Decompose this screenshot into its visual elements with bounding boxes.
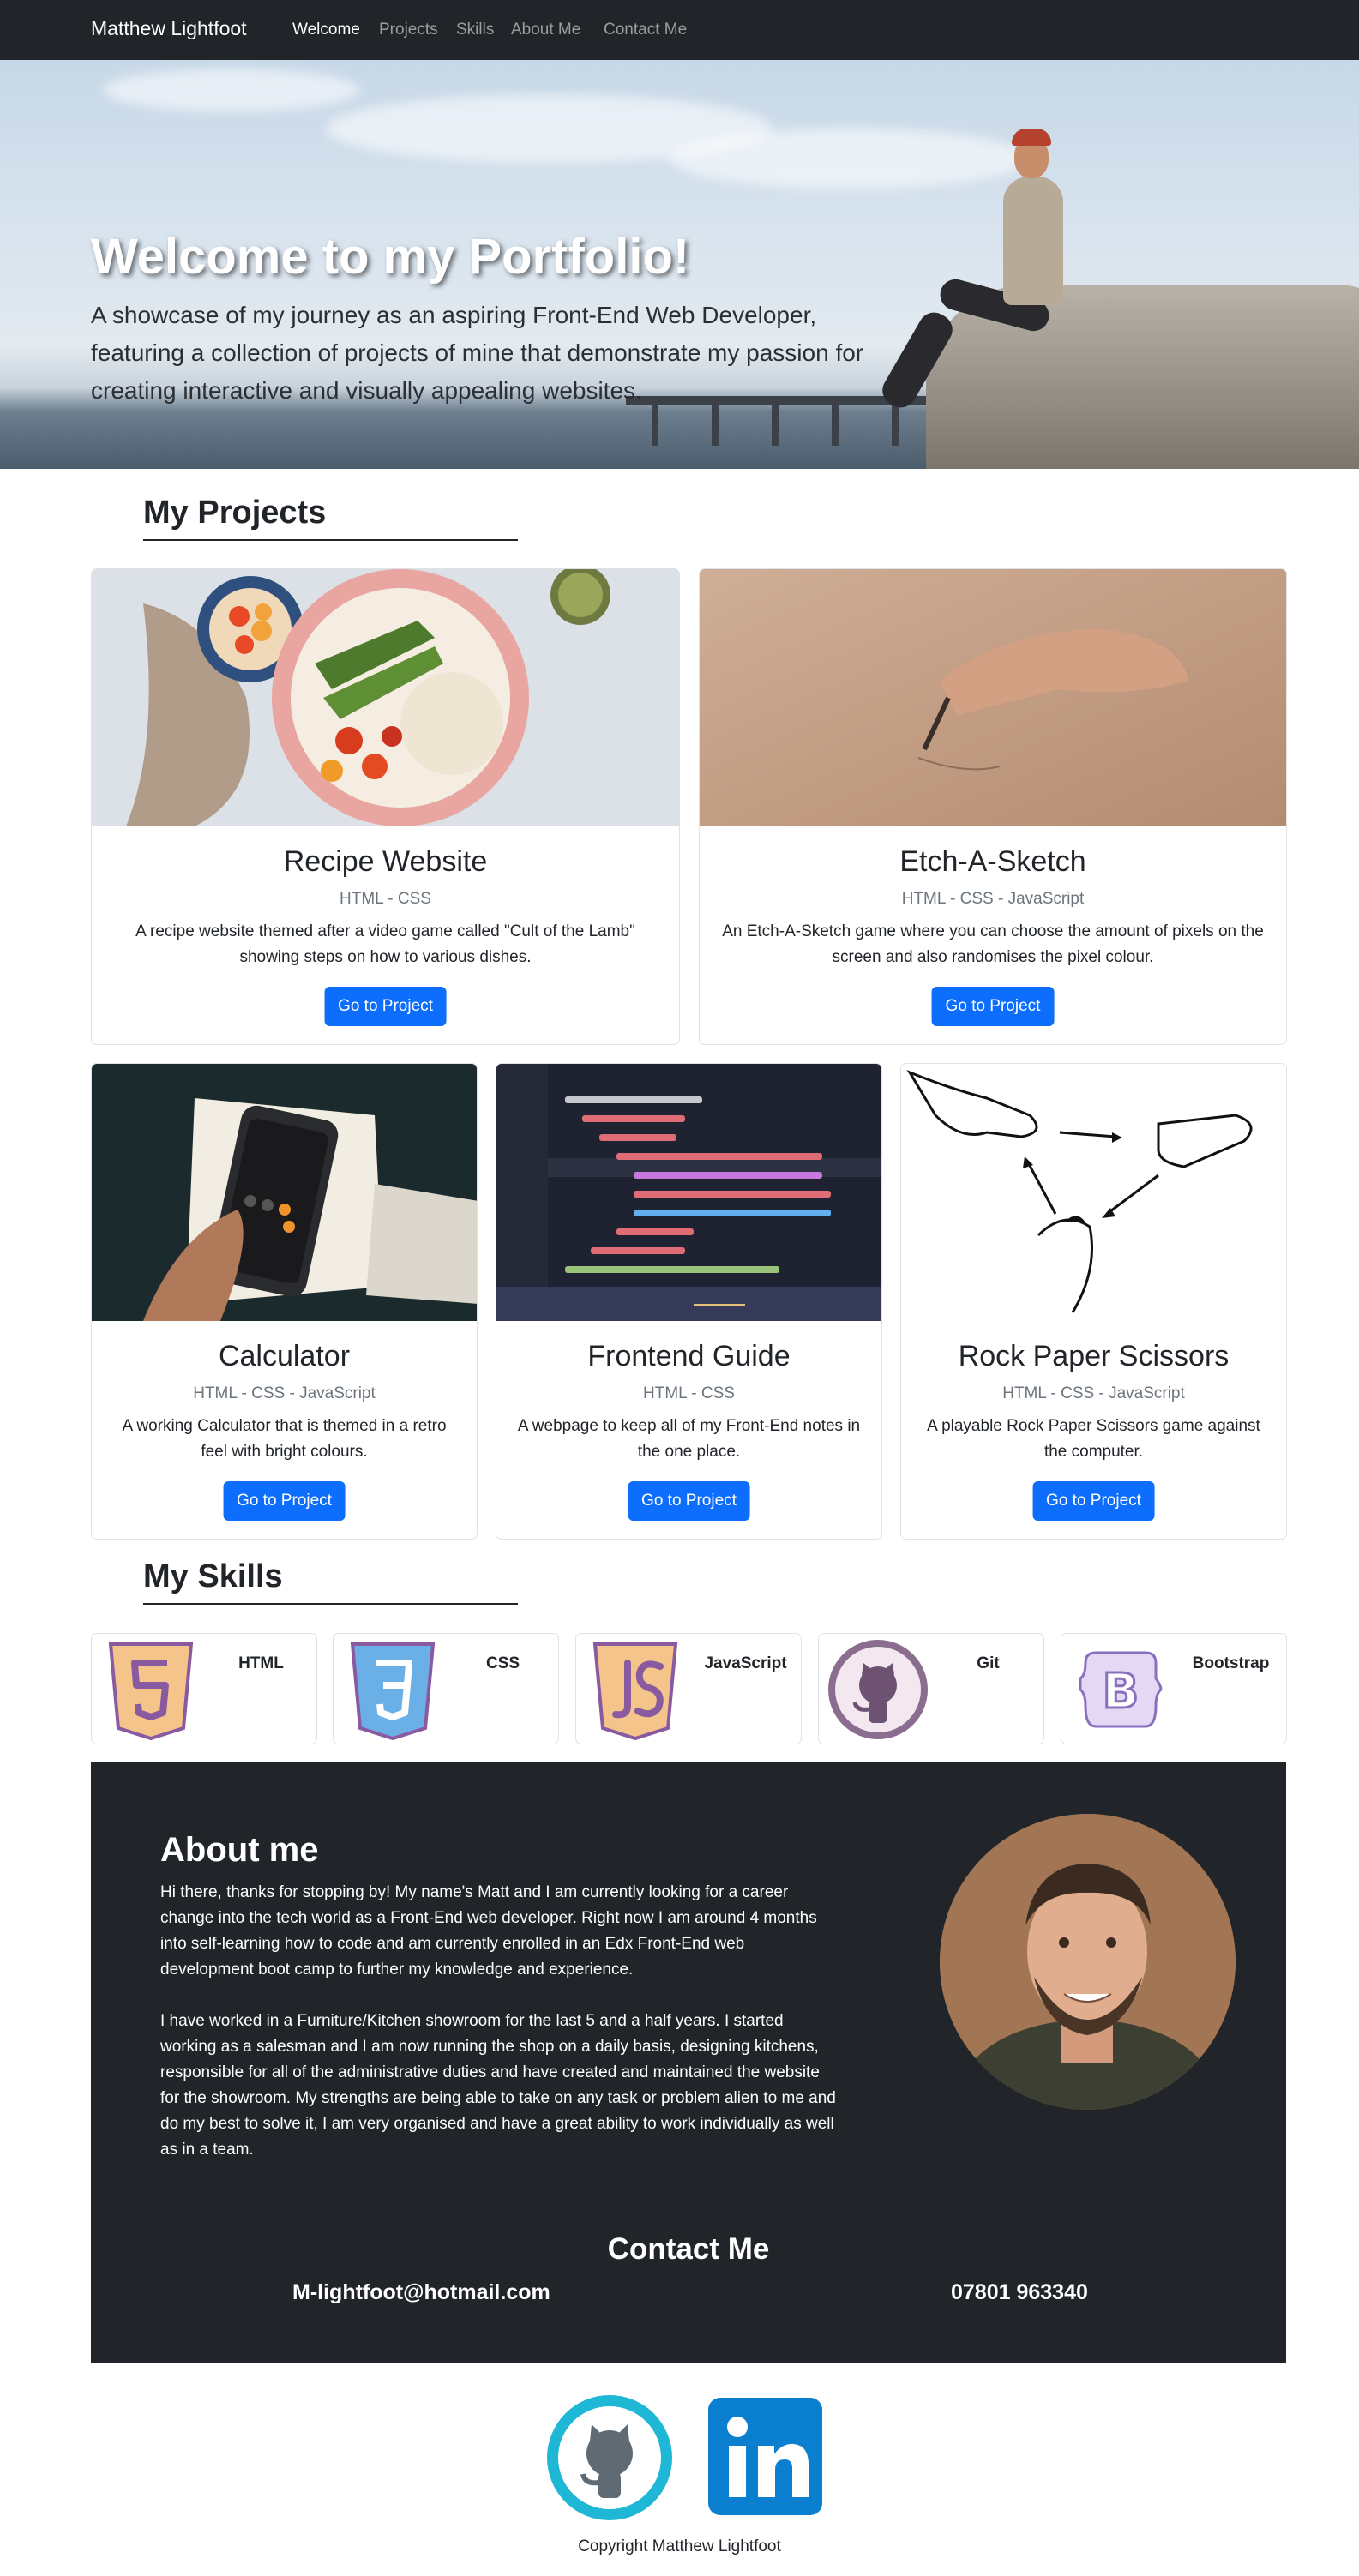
navbar-brand[interactable]: Matthew Lightfoot [91,17,247,40]
avatar [940,1814,1236,2110]
skill-name: Git [977,1654,1000,1672]
nav-item-projects[interactable]: Projects [379,21,438,39]
skill-card-javascript: JavaScript [575,1633,802,1744]
skill-card-html: HTML [91,1633,317,1744]
food-bowl-photo [92,569,679,826]
project-description: An Etch-A-Sketch game where you can choo… [722,922,1264,966]
skill-card-css: CSS [333,1633,559,1744]
hero-cloud [103,69,360,111]
project-title: Calculator [218,1340,351,1372]
project-card-frontend-guide: Frontend Guide HTML - CSS A webpage to k… [496,1063,882,1540]
project-tech: HTML - CSS - JavaScript [193,1384,376,1402]
css3-icon [350,1642,436,1741]
skills-heading: My Skills [143,1558,283,1594]
go-to-project-button[interactable]: Go to Project [324,987,447,1026]
svg-text:B: B [1103,1664,1140,1720]
hero-person-body [1003,177,1063,305]
go-to-project-button[interactable]: Go to Project [223,1481,346,1521]
skill-name: CSS [485,1654,520,1672]
project-tech: HTML - CSS - JavaScript [1002,1384,1185,1402]
project-description: A playable Rock Paper Scissors game agai… [927,1417,1260,1461]
about-paragraph: I have worked in a Furniture/Kitchen sho… [160,2012,836,2159]
hero-person-cap [1012,129,1051,146]
contact-phone[interactable]: 07801 963340 [951,2280,1088,2305]
hero-cloud [669,129,1029,189]
project-card-etch-a-sketch: Etch-A-Sketch HTML - CSS - JavaScript An… [699,568,1287,1045]
skill-name: Bootstrap [1192,1654,1270,1672]
project-description: A working Calculator that is themed in a… [122,1417,447,1461]
project-card-calculator: Calculator HTML - CSS - JavaScript A wor… [91,1063,478,1540]
nav-item-skills[interactable]: Skills [456,21,494,39]
skill-card-git: Git [818,1633,1044,1744]
hero-title: Welcome to my Portfolio! [91,229,690,285]
go-to-project-button[interactable]: Go to Project [931,987,1055,1026]
go-to-project-button[interactable]: Go to Project [628,1481,750,1521]
project-tech: HTML - CSS [340,890,431,908]
skill-name: HTML [238,1654,284,1672]
navbar: Matthew Lightfoot Welcome Projects Skill… [0,0,1359,60]
hand-drawing-sand-photo [700,569,1286,826]
skills-heading-underline [143,1603,518,1605]
nav-item-contact-me[interactable]: Contact Me [604,21,687,39]
project-title: Etch-A-Sketch [899,845,1086,878]
js-icon [592,1642,678,1741]
project-description: A webpage to keep all of my Front-End no… [517,1417,861,1461]
project-title: Frontend Guide [587,1340,791,1372]
hands-rps-drawing [901,1064,1286,1321]
bootstrap-icon: B [1079,1651,1163,1728]
hero-banner: Welcome to my Portfolio! A showcase of m… [0,60,1359,469]
projects-heading: My Projects [143,495,327,531]
about-section: About me Hi there, thanks for stopping b… [91,1762,1286,2363]
project-title: Recipe Website [283,845,488,878]
skill-name: JavaScript [704,1654,787,1672]
project-description: A recipe website themed after a video ga… [135,922,635,966]
about-paragraph: Hi there, thanks for stopping by! My nam… [160,1883,817,1979]
projects-heading-underline [143,539,518,541]
project-title: Rock Paper Scissors [958,1340,1230,1372]
html5-icon [108,1642,194,1741]
linkedin-icon[interactable] [703,2396,826,2519]
skill-card-bootstrap: B Bootstrap [1061,1633,1287,1744]
code-editor-photo [496,1064,881,1321]
github-octocat-icon [828,1640,928,1739]
contact-email[interactable]: M-lightfoot@hotmail.com [292,2280,550,2305]
nav-item-welcome[interactable]: Welcome [292,21,360,39]
nav-item-about-me[interactable]: About Me [511,21,580,39]
hero-pier-leg [892,403,899,446]
hero-subtitle: A showcase of my journey as an aspiring … [91,302,864,404]
go-to-project-button[interactable]: Go to Project [1032,1481,1155,1521]
github-icon[interactable] [545,2393,674,2522]
about-heading: About me [160,1831,319,1869]
contact-heading: Contact Me [607,2232,770,2266]
project-card-rock-paper-scissors: Rock Paper Scissors HTML - CSS - JavaScr… [900,1063,1287,1540]
phone-calculator-photo [92,1064,477,1321]
copyright: Copyright Matthew Lightfoot [578,2537,781,2555]
project-tech: HTML - CSS - JavaScript [901,890,1085,908]
project-card-recipe-website: Recipe Website HTML - CSS A recipe websi… [91,568,680,1045]
project-tech: HTML - CSS [643,1384,735,1402]
